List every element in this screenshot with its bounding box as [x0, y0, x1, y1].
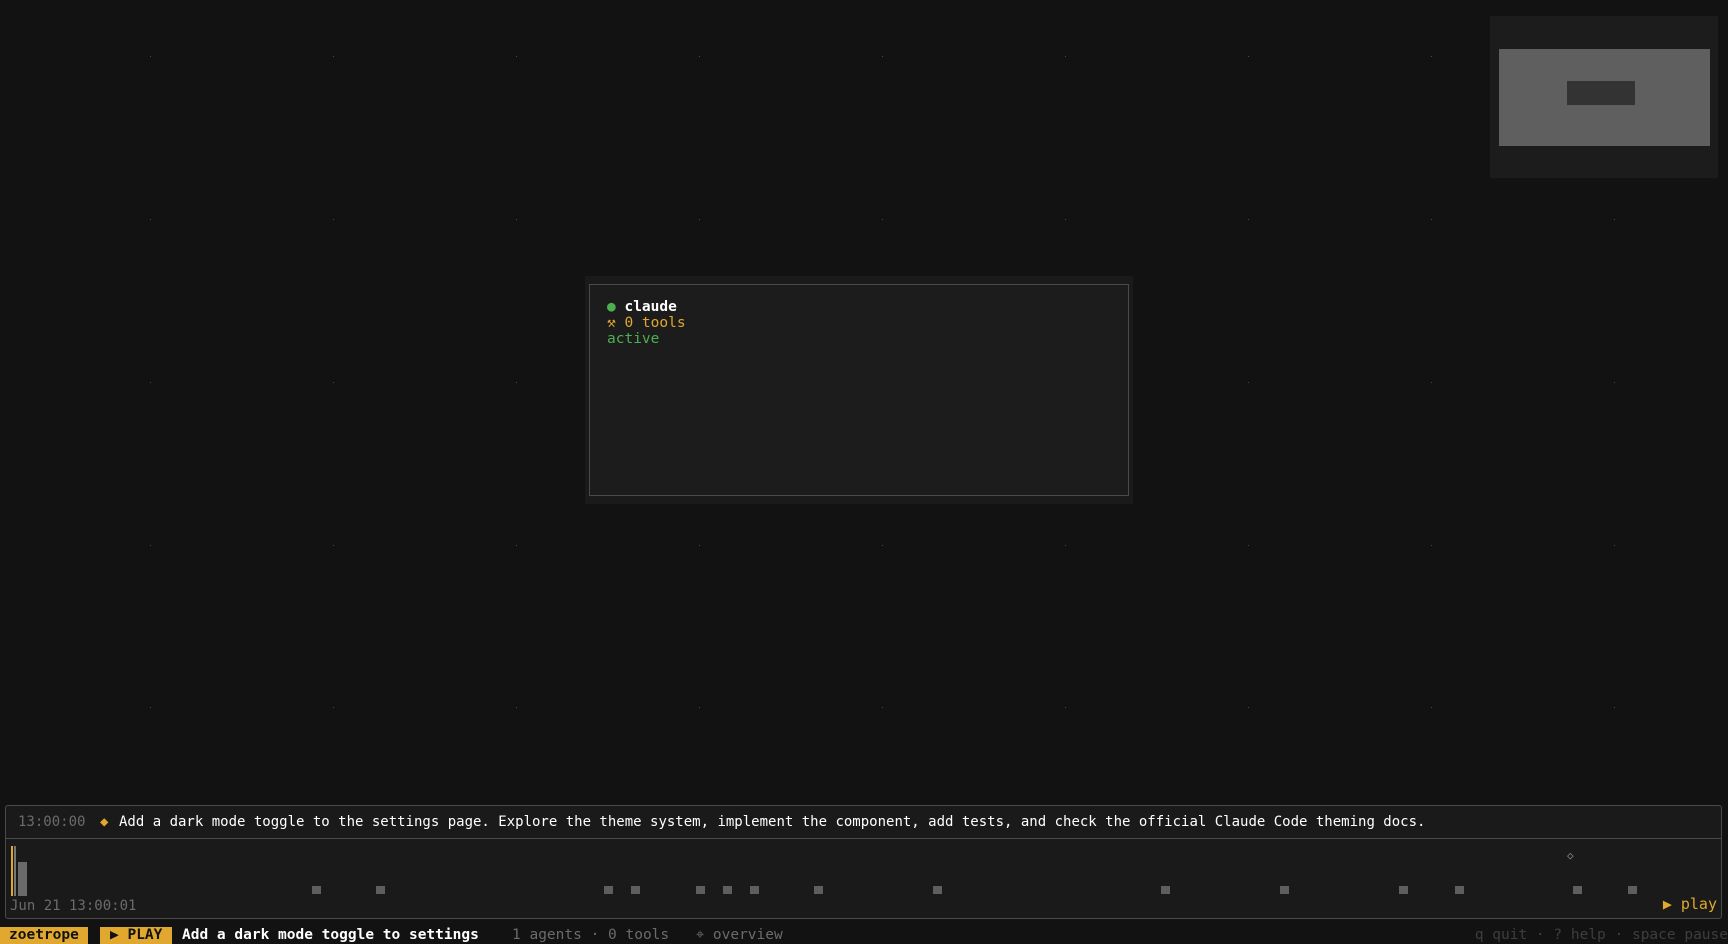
agent-card[interactable]: ● claude ⚒ 0 tools active: [585, 276, 1133, 504]
event-marker[interactable]: [750, 886, 759, 894]
grid-dot: [699, 56, 700, 57]
play-button[interactable]: ▶ play: [1663, 895, 1717, 913]
grid-dot: [333, 545, 334, 546]
grid-dot: [882, 545, 883, 546]
grid-dot: [882, 56, 883, 57]
grid-dot: [1248, 56, 1249, 57]
view-mode-indicator[interactable]: ⌖ overview: [696, 926, 783, 944]
minimap[interactable]: [1490, 16, 1718, 178]
status-dot-icon: ●: [607, 299, 616, 315]
grid-dot: [699, 545, 700, 546]
mode-badge[interactable]: ▶ PLAY: [100, 927, 173, 944]
grid-dot: [150, 382, 151, 383]
grid-dot: [699, 707, 700, 708]
grid-dot: [1614, 707, 1615, 708]
event-marker[interactable]: [1399, 886, 1408, 894]
grid-dot: [516, 56, 517, 57]
grid-dot: [150, 219, 151, 220]
timeline-panel: 13:00:00 ◆ Add a dark mode toggle to the…: [5, 805, 1722, 919]
event-marker[interactable]: [1573, 886, 1582, 894]
event-marker[interactable]: [631, 886, 640, 894]
tools-count: 0 tools: [624, 315, 686, 331]
grid-dot: [1248, 707, 1249, 708]
grid-dot: [699, 219, 700, 220]
grid-dot: [516, 545, 517, 546]
agent-card-frame: ● claude ⚒ 0 tools active: [589, 284, 1129, 496]
event-diamond-icon: ◆: [100, 814, 109, 830]
hammer-pick-icon: ⚒: [607, 315, 616, 331]
event-marker[interactable]: [723, 886, 732, 894]
event-marker[interactable]: [312, 886, 321, 894]
event-marker[interactable]: [1455, 886, 1464, 894]
grid-dot: [882, 707, 883, 708]
event-marker[interactable]: [1280, 886, 1289, 894]
event-marker[interactable]: [604, 886, 613, 894]
grid-dot: [516, 219, 517, 220]
diamond-marker-icon[interactable]: ◇: [1567, 849, 1574, 862]
grid-dot: [1431, 219, 1432, 220]
event-marker[interactable]: [376, 886, 385, 894]
event-row[interactable]: 13:00:00 ◆ Add a dark mode toggle to the…: [6, 806, 1721, 839]
session-title: Add a dark mode toggle to settings: [182, 927, 479, 943]
status-bar: zoetrope ▶ PLAY Add a dark mode toggle t…: [0, 925, 1728, 944]
activity-bar: [18, 862, 27, 896]
minimap-viewport[interactable]: [1499, 49, 1710, 146]
agent-tool-counts: 1 agents · 0 tools: [512, 927, 670, 943]
grid-dot: [1614, 382, 1615, 383]
grid-dot: [333, 219, 334, 220]
grid-dot: [882, 219, 883, 220]
event-marker[interactable]: [1628, 886, 1637, 894]
grid-dot: [1431, 56, 1432, 57]
grid-dot: [333, 56, 334, 57]
grid-dot: [1431, 382, 1432, 383]
grid-dot: [516, 382, 517, 383]
grid-dot: [1431, 707, 1432, 708]
grid-dot: [150, 56, 151, 57]
grid-dot: [1065, 707, 1066, 708]
keyboard-hints: q quit · ? help · space pause: [1474, 927, 1728, 943]
app-name-badge: zoetrope: [0, 927, 88, 944]
event-marker[interactable]: [814, 886, 823, 894]
agent-canvas[interactable]: ● claude ⚒ 0 tools active: [0, 0, 1728, 797]
event-time: 13:00:00: [18, 814, 86, 830]
grid-dot: [1065, 219, 1066, 220]
agent-header: ● claude: [607, 299, 677, 315]
playhead[interactable]: [11, 846, 13, 896]
grid-dot: [516, 707, 517, 708]
timeline-date: Jun 21 13:00:01: [10, 898, 137, 914]
grid-dot: [150, 545, 151, 546]
event-marker[interactable]: [696, 886, 705, 894]
grid-dot: [333, 382, 334, 383]
app-window: ● claude ⚒ 0 tools active 13:00:00 ◆ Add…: [0, 0, 1728, 944]
grid-dot: [1248, 545, 1249, 546]
event-marker[interactable]: [1161, 886, 1170, 894]
grid-dot: [1065, 545, 1066, 546]
grid-dot: [1248, 219, 1249, 220]
grid-dot: [150, 707, 151, 708]
timeline-track[interactable]: ◇ Jun 21 13:00:01 ▶ play: [6, 839, 1721, 918]
grid-dot: [333, 707, 334, 708]
grid-dot: [1065, 56, 1066, 57]
event-marker[interactable]: [933, 886, 942, 894]
event-text: Add a dark mode toggle to the settings p…: [119, 814, 1426, 830]
minimap-agent-marker: [1567, 81, 1635, 105]
agent-status: active: [607, 331, 660, 347]
agent-tools: ⚒ 0 tools: [607, 315, 686, 331]
grid-dot: [1248, 382, 1249, 383]
grid-dot: [1614, 219, 1615, 220]
grid-dot: [1614, 545, 1615, 546]
agent-name: claude: [624, 299, 677, 315]
playhead-shadow: [14, 846, 16, 896]
grid-dot: [1431, 545, 1432, 546]
